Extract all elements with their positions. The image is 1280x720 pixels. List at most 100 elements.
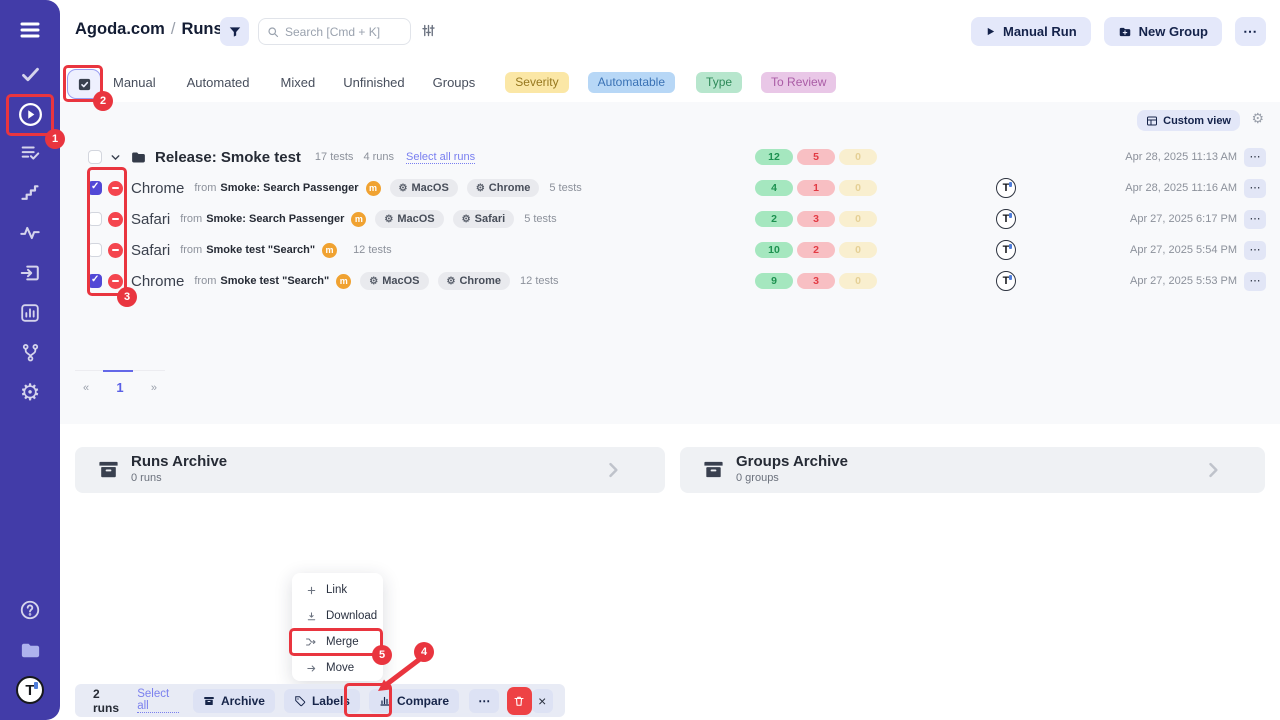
run-more-button[interactable]: ⋯	[1244, 241, 1266, 260]
pagination: « 1 »	[75, 370, 165, 395]
milestones-steps-icon[interactable]	[0, 176, 60, 210]
run-checkbox[interactable]	[88, 181, 102, 195]
run-checkbox[interactable]	[88, 274, 102, 288]
pagination-next[interactable]: »	[151, 382, 157, 394]
group-more-button[interactable]: ⋯	[1244, 148, 1266, 167]
groups-archive-title: Groups Archive	[736, 453, 848, 470]
hamburger-menu-icon[interactable]	[0, 13, 60, 47]
run-date: Apr 27, 2025 6:17 PM	[1130, 213, 1237, 225]
group-runs-count: 4 runs	[363, 151, 394, 163]
run-row[interactable]: Safari from Smoke: Search Passenger m ⚙M…	[60, 205, 1280, 233]
menu-item-merge[interactable]: Merge	[292, 629, 383, 655]
group-title[interactable]: Release: Smoke test	[155, 149, 301, 166]
passed-badge: 4	[755, 180, 793, 196]
reports-bar-chart-icon[interactable]	[0, 296, 60, 330]
filter-badge-type[interactable]: Type	[696, 72, 742, 93]
branches-fork-icon[interactable]	[0, 335, 60, 369]
test-plans-list-icon[interactable]	[0, 136, 60, 170]
projects-folder-icon[interactable]	[0, 633, 60, 667]
bulk-actions-context-menu: Link Download Merge Move	[292, 573, 383, 681]
filter-badge-severity[interactable]: Severity	[505, 72, 568, 93]
run-row[interactable]: Chrome from Smoke: Search Passenger m ⚙M…	[60, 174, 1280, 202]
search-input[interactable]	[285, 25, 395, 39]
download-icon	[305, 611, 317, 622]
run-row[interactable]: Safari from Smoke test "Search" m 12 tes…	[60, 236, 1280, 264]
manual-run-label: Manual Run	[1003, 24, 1077, 39]
page-more-button[interactable]: ⋯	[1235, 17, 1266, 46]
runs-archive-card[interactable]: Runs Archive 0 runs	[75, 447, 665, 493]
reporter-avatar: T	[996, 209, 1016, 229]
run-name[interactable]: Safari	[131, 211, 170, 228]
group-row[interactable]: Release: Smoke test 17 tests 4 runs Sele…	[60, 143, 1280, 171]
run-result-badges: 4 1 0	[755, 180, 877, 196]
app-logo[interactable]: T	[0, 673, 60, 707]
groups-archive-card[interactable]: Groups Archive 0 groups	[680, 447, 1265, 493]
run-from-label: from	[180, 244, 202, 256]
menu-item-label: Download	[326, 610, 377, 622]
filter-badge-automatable[interactable]: Automatable	[588, 72, 675, 93]
settings-gear-icon[interactable]: ⚙	[0, 375, 60, 409]
labels-button[interactable]: Labels	[284, 689, 360, 713]
tab-select-mode[interactable]	[67, 69, 101, 99]
failed-badge: 5	[797, 149, 835, 165]
gear-icon: ⚙	[476, 183, 485, 194]
runs-panel: Custom view ⚙ Release: Smoke test 17 tes…	[60, 102, 1280, 424]
run-name[interactable]: Safari	[131, 242, 170, 259]
labels-label: Labels	[312, 694, 350, 708]
tab-mixed[interactable]: Mixed	[281, 75, 316, 90]
archive-button[interactable]: Archive	[193, 689, 275, 713]
tests-check-icon[interactable]	[0, 57, 60, 91]
adjustments-icon[interactable]	[421, 23, 436, 43]
failed-badge: 3	[797, 273, 835, 289]
group-checkbox[interactable]	[88, 150, 102, 164]
run-result-badges: 9 3 0	[755, 273, 877, 289]
run-more-button[interactable]: ⋯	[1244, 210, 1266, 229]
run-name[interactable]: Chrome	[131, 273, 184, 290]
pulse-activity-icon[interactable]	[0, 216, 60, 250]
env-chip: ⚙MacOS	[360, 272, 428, 290]
import-icon[interactable]	[0, 256, 60, 290]
tab-manual[interactable]: Manual	[113, 75, 156, 90]
run-more-button[interactable]: ⋯	[1244, 179, 1266, 198]
tab-automated[interactable]: Automated	[187, 75, 250, 90]
close-selection-button[interactable]: ×	[532, 689, 553, 713]
tab-unfinished[interactable]: Unfinished	[343, 75, 404, 90]
tab-groups[interactable]: Groups	[433, 75, 476, 90]
menu-item-link[interactable]: Link	[292, 577, 383, 603]
new-group-button[interactable]: New Group	[1104, 17, 1222, 46]
help-icon[interactable]	[0, 593, 60, 627]
run-checkbox[interactable]	[88, 243, 102, 257]
custom-view-button[interactable]: Custom view	[1137, 110, 1240, 131]
groups-archive-count: 0 groups	[736, 472, 779, 484]
filter-button[interactable]	[220, 17, 249, 46]
pagination-prev[interactable]: «	[83, 382, 89, 394]
gear-icon: ⚙	[369, 276, 378, 287]
run-more-button[interactable]: ⋯	[1244, 272, 1266, 291]
manual-run-button[interactable]: Manual Run	[971, 17, 1091, 46]
filter-badge-to-review[interactable]: To Review	[761, 72, 836, 93]
compare-button[interactable]: Compare	[369, 689, 459, 713]
view-settings-gear-icon[interactable]: ⚙	[1251, 111, 1264, 125]
breadcrumb-project[interactable]: Agoda.com	[75, 20, 165, 38]
run-row[interactable]: Chrome from Smoke test "Search" m ⚙MacOS…	[60, 267, 1280, 295]
gear-icon: ⚙	[462, 214, 471, 225]
run-name[interactable]: Chrome	[131, 180, 184, 197]
skipped-badge: 0	[839, 211, 877, 227]
select-all-link[interactable]: Select all	[137, 688, 179, 713]
run-tests-count: 12 tests	[520, 275, 559, 287]
pagination-page-1[interactable]: 1	[116, 380, 123, 395]
passed-badge: 9	[755, 273, 793, 289]
menu-item-download[interactable]: Download	[292, 603, 383, 629]
menu-item-move[interactable]: Move	[292, 655, 383, 681]
select-all-runs-link[interactable]: Select all runs	[406, 151, 475, 164]
gear-icon: ⚙	[384, 214, 393, 225]
delete-button[interactable]	[507, 687, 531, 715]
breadcrumb-separator: /	[165, 20, 182, 38]
passed-badge: 10	[755, 242, 793, 258]
merge-icon	[305, 636, 317, 648]
bulk-more-button[interactable]: ⋯	[469, 689, 499, 713]
chevron-down-icon[interactable]	[109, 151, 122, 164]
runs-play-icon[interactable]	[0, 97, 60, 131]
run-tests-count: 5 tests	[549, 182, 581, 194]
run-checkbox[interactable]	[88, 212, 102, 226]
